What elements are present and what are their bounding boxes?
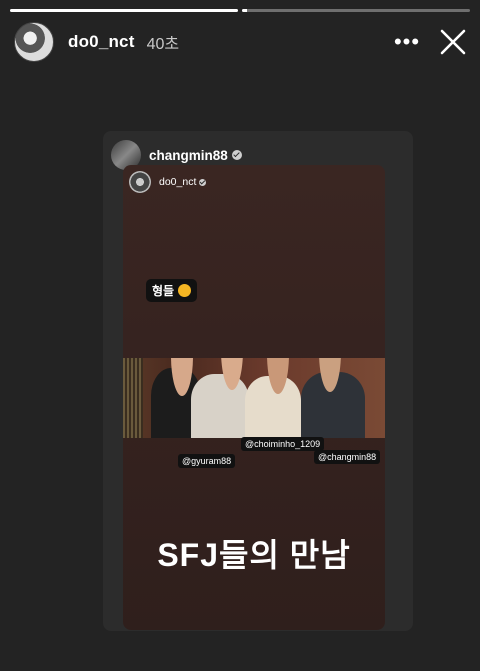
close-icon[interactable]: [438, 27, 468, 57]
embedded-story[interactable]: do0_nct 형들 @choiminho_1209 @gyuram88 @ch…: [123, 165, 385, 630]
story-progress: [10, 9, 470, 12]
progress-segment: [242, 9, 470, 12]
caption-text: SFJ들의 만남: [157, 537, 351, 573]
text-sticker: 형들: [146, 279, 198, 302]
shared-post-username[interactable]: changmin88: [149, 148, 228, 163]
sticker-text: 형들: [152, 284, 175, 298]
embedded-story-header: do0_nct: [129, 171, 207, 193]
username[interactable]: do0_nct: [68, 32, 135, 52]
user-tag[interactable]: @changmin88: [314, 450, 381, 464]
verified-badge-icon: [231, 150, 242, 160]
timestamp: 40초: [146, 36, 180, 53]
avatar: [129, 171, 151, 193]
blush-emoji-icon: [178, 284, 192, 297]
embedded-username: do0_nct: [159, 176, 197, 188]
more-horizontal-icon[interactable]: •••: [392, 27, 422, 57]
progress-segment: [10, 9, 238, 12]
user-tag[interactable]: @gyuram88: [178, 454, 236, 468]
user-tag[interactable]: @choiminho_1209: [241, 437, 325, 451]
group-photo: [123, 358, 385, 438]
story-header: do0_nct 40초 •••: [14, 22, 468, 62]
verified-badge-icon: [199, 178, 207, 186]
avatar[interactable]: [14, 22, 54, 62]
